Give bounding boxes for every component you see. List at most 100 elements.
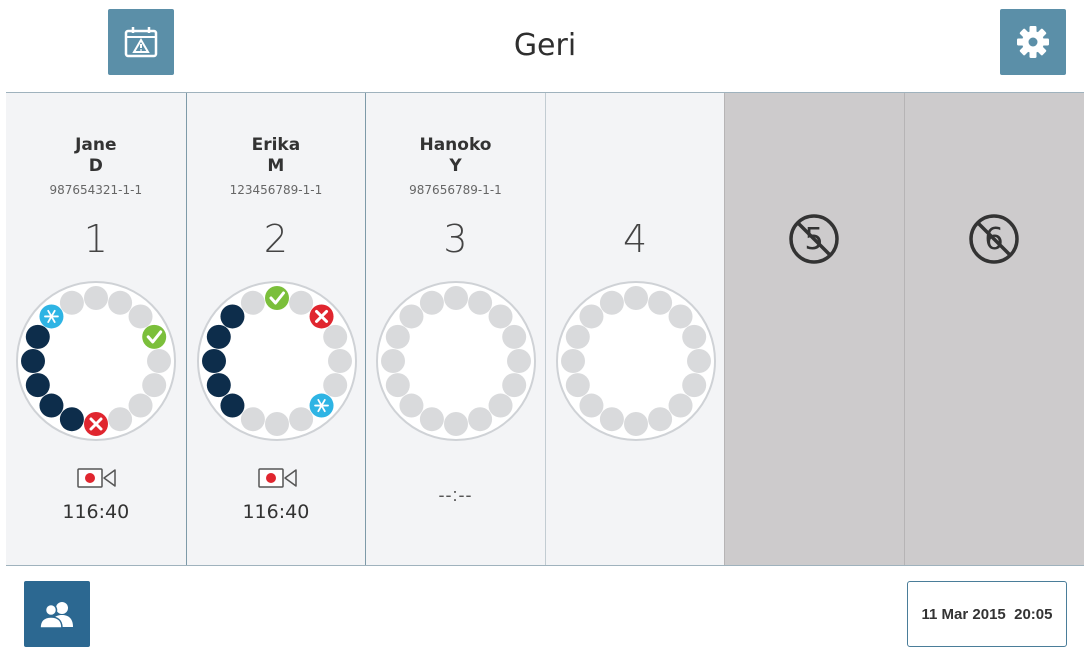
well-empty[interactable] bbox=[385, 324, 410, 349]
well-filled[interactable] bbox=[21, 349, 45, 373]
well-filled[interactable] bbox=[220, 304, 245, 329]
well-frozen[interactable] bbox=[39, 304, 64, 329]
well-empty[interactable] bbox=[599, 407, 624, 432]
well-filled[interactable] bbox=[25, 373, 50, 398]
well-empty[interactable] bbox=[59, 290, 84, 315]
well-filled[interactable] bbox=[220, 393, 245, 418]
culture-dish[interactable] bbox=[555, 280, 717, 442]
recording-camera-icon bbox=[77, 468, 116, 488]
well-ok[interactable] bbox=[142, 324, 167, 349]
well-empty[interactable] bbox=[399, 304, 424, 329]
users-icon bbox=[39, 602, 73, 629]
patient-id: 987654321-1-1 bbox=[49, 183, 143, 197]
well-empty[interactable] bbox=[288, 407, 313, 432]
elapsed-time: --:-- bbox=[438, 485, 473, 505]
well-empty[interactable] bbox=[322, 373, 347, 398]
slot-number: 1 bbox=[83, 217, 108, 261]
well-empty[interactable] bbox=[502, 373, 527, 398]
well-empty[interactable] bbox=[565, 373, 590, 398]
well-empty[interactable] bbox=[288, 290, 313, 315]
settings-button[interactable] bbox=[1000, 9, 1066, 75]
well-empty[interactable] bbox=[420, 290, 445, 315]
header: Geri bbox=[0, 0, 1090, 92]
well-empty[interactable] bbox=[468, 407, 493, 432]
well-empty[interactable] bbox=[668, 304, 693, 329]
slot-number: 3 bbox=[443, 217, 468, 261]
well-empty[interactable] bbox=[647, 407, 672, 432]
well-empty[interactable] bbox=[681, 373, 706, 398]
well-empty[interactable] bbox=[686, 349, 711, 373]
well-empty[interactable] bbox=[240, 290, 265, 315]
patient-name: Erika M bbox=[251, 135, 301, 176]
well-empty[interactable] bbox=[399, 393, 424, 418]
well-empty[interactable] bbox=[507, 349, 532, 373]
well-empty[interactable] bbox=[647, 290, 672, 315]
patients-button[interactable] bbox=[24, 581, 90, 647]
slot-4[interactable]: 4 bbox=[544, 93, 725, 565]
well-empty[interactable] bbox=[488, 304, 513, 329]
time-text: 20:05 bbox=[1014, 605, 1053, 623]
slot-1[interactable]: Jane D 987654321-1-1 1 116:40 bbox=[6, 93, 186, 565]
well-error[interactable] bbox=[309, 304, 334, 329]
slot-3[interactable]: Hanoko Y 987656789-1-1 3 --:-- bbox=[365, 93, 545, 565]
well-empty[interactable] bbox=[108, 407, 133, 432]
well-filled[interactable] bbox=[39, 393, 64, 418]
patient-id: 987656789-1-1 bbox=[409, 183, 502, 197]
well-empty[interactable] bbox=[327, 349, 352, 373]
well-frozen[interactable] bbox=[309, 393, 334, 418]
culture-dish[interactable] bbox=[375, 280, 537, 442]
slot-2[interactable]: Erika M 123456789-1-1 2 116:40 bbox=[185, 93, 366, 565]
well-filled[interactable] bbox=[59, 407, 84, 432]
well-filled[interactable] bbox=[25, 324, 50, 349]
well-empty[interactable] bbox=[502, 324, 527, 349]
well-empty[interactable] bbox=[579, 304, 604, 329]
well-empty[interactable] bbox=[599, 290, 624, 315]
well-ok[interactable] bbox=[264, 286, 289, 310]
well-empty[interactable] bbox=[420, 407, 445, 432]
well-empty[interactable] bbox=[623, 412, 648, 436]
well-empty[interactable] bbox=[444, 286, 469, 310]
elapsed-time: 116:40 bbox=[62, 501, 130, 523]
well-filled[interactable] bbox=[201, 349, 226, 373]
well-empty[interactable] bbox=[108, 290, 133, 315]
slot-number: 2 bbox=[263, 217, 288, 261]
well-empty[interactable] bbox=[579, 393, 604, 418]
well-empty[interactable] bbox=[381, 349, 406, 373]
well-empty[interactable] bbox=[128, 393, 153, 418]
well-error[interactable] bbox=[84, 412, 108, 436]
well-empty[interactable] bbox=[681, 324, 706, 349]
incubator-slots: Jane D 987654321-1-1 1 116:40 Erika M 12… bbox=[6, 92, 1084, 566]
well-filled[interactable] bbox=[206, 373, 231, 398]
culture-dish[interactable] bbox=[196, 280, 358, 442]
well-empty[interactable] bbox=[385, 373, 410, 398]
well-empty[interactable] bbox=[560, 349, 585, 373]
well-empty[interactable] bbox=[264, 412, 289, 436]
well-empty[interactable] bbox=[322, 324, 347, 349]
well-empty[interactable] bbox=[668, 393, 693, 418]
well-empty[interactable] bbox=[84, 286, 108, 310]
gear-icon bbox=[1017, 26, 1049, 58]
patient-name: Jane D bbox=[75, 135, 117, 176]
well-empty[interactable] bbox=[128, 304, 153, 329]
elapsed-time: 116:40 bbox=[242, 501, 310, 523]
patient-name: Hanoko Y bbox=[419, 135, 492, 176]
well-empty[interactable] bbox=[565, 324, 590, 349]
well-empty[interactable] bbox=[488, 393, 513, 418]
recording-camera-icon bbox=[257, 468, 297, 488]
date-time-display[interactable]: 11 Mar 2015 20:05 bbox=[907, 581, 1067, 647]
well-empty[interactable] bbox=[468, 290, 493, 315]
well-empty[interactable] bbox=[240, 407, 265, 432]
patient-id: 123456789-1-1 bbox=[229, 183, 323, 197]
well-empty[interactable] bbox=[444, 412, 469, 436]
well-empty[interactable] bbox=[142, 373, 167, 398]
slot-6-unavailable-icon: 6 bbox=[969, 214, 1019, 264]
page-title: Geri bbox=[513, 28, 577, 63]
well-empty[interactable] bbox=[147, 349, 171, 373]
culture-dish[interactable] bbox=[15, 280, 177, 442]
slot-5-unavailable-icon: 5 bbox=[789, 214, 840, 264]
slot-number: 4 bbox=[622, 217, 648, 261]
well-filled[interactable] bbox=[206, 324, 231, 349]
slot-6-disabled: 6 bbox=[903, 93, 1084, 565]
well-empty[interactable] bbox=[623, 286, 648, 310]
date-text: 11 Mar 2015 bbox=[921, 605, 1006, 623]
